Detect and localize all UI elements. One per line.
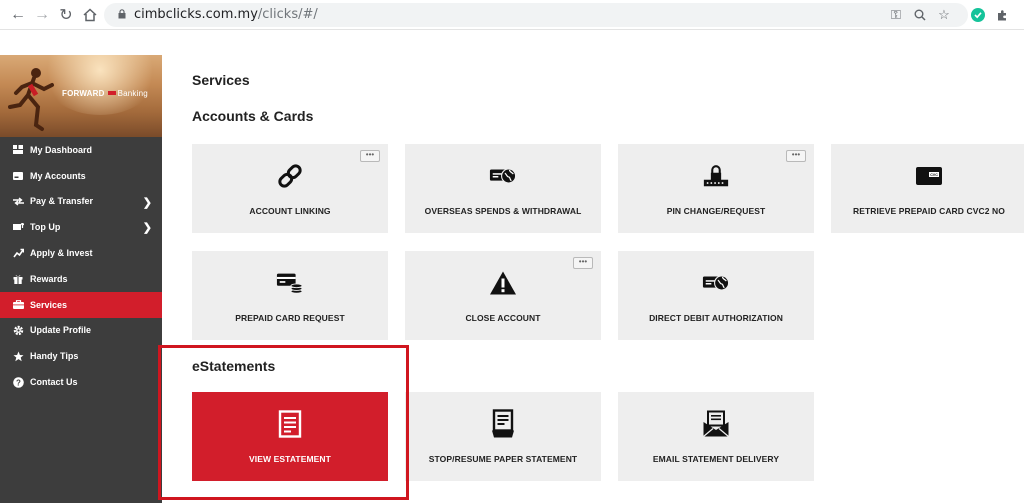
pin-lock-icon bbox=[702, 162, 730, 190]
more-options-button[interactable]: ••• bbox=[360, 150, 380, 162]
svg-text:CVC: CVC bbox=[930, 173, 938, 177]
grammarly-extension-icon[interactable] bbox=[970, 7, 986, 23]
section-title-accounts-cards: Accounts & Cards bbox=[192, 108, 314, 124]
service-card-close-account[interactable]: CLOSE ACCOUNT ••• bbox=[405, 251, 601, 340]
service-card-account-linking[interactable]: ACCOUNT LINKING ••• bbox=[192, 144, 388, 233]
service-card-label: DIRECT DEBIT AUTHORIZATION bbox=[649, 313, 783, 323]
bookmark-star-icon[interactable]: ☆ bbox=[936, 7, 952, 23]
sidebar-item-top-up[interactable]: Top Up ❯ bbox=[0, 214, 162, 240]
sidebar-item-services[interactable]: Services bbox=[0, 291, 162, 318]
sidebar-item-handy-tips[interactable]: Handy Tips bbox=[0, 343, 162, 369]
sidebar-item-label: My Dashboard bbox=[30, 144, 93, 155]
home-icon bbox=[83, 8, 97, 22]
more-options-button[interactable]: ••• bbox=[786, 150, 806, 162]
service-card-label: PREPAID CARD REQUEST bbox=[235, 313, 345, 323]
link-icon bbox=[276, 162, 304, 190]
card-globe-icon bbox=[489, 162, 517, 190]
service-card-direct-debit-authorization[interactable]: DIRECT DEBIT AUTHORIZATION bbox=[618, 251, 814, 340]
service-card-prepaid-card-request[interactable]: PREPAID CARD REQUEST bbox=[192, 251, 388, 340]
service-card-email-statement-delivery[interactable]: EMAIL STATEMENT DELIVERY bbox=[618, 392, 814, 481]
briefcase-icon bbox=[12, 299, 24, 311]
sidebar-item-label: Top Up bbox=[30, 222, 61, 233]
sidebar: FORWARD Banking My Dashboard My Accounts Pa… bbox=[0, 55, 162, 503]
back-button[interactable]: ← bbox=[8, 5, 28, 25]
highlight-annotation-box bbox=[158, 345, 409, 500]
sidebar-item-label: Contact Us bbox=[30, 377, 78, 388]
lock-icon bbox=[118, 9, 126, 19]
sidebar-item-apply-invest[interactable]: Apply & Invest bbox=[0, 240, 162, 266]
address-bar[interactable]: cimbclicks.com.my/clicks/#/ ⚿ ☆ bbox=[104, 3, 968, 27]
help-icon: ? bbox=[12, 376, 24, 388]
promo-banner[interactable]: FORWARD Banking bbox=[0, 55, 162, 137]
sidebar-item-rewards[interactable]: Rewards bbox=[0, 266, 162, 292]
svg-text:?: ? bbox=[16, 378, 21, 387]
service-card-overseas-spends-withdrawal[interactable]: OVERSEAS SPENDS & WITHDRAWAL bbox=[405, 144, 601, 233]
transfer-icon bbox=[12, 195, 24, 207]
sidebar-item-contact-us[interactable]: ? Contact Us bbox=[0, 369, 162, 395]
card-coins-icon bbox=[276, 269, 304, 297]
key-icon[interactable]: ⚿ bbox=[888, 7, 904, 23]
service-card-label: EMAIL STATEMENT DELIVERY bbox=[652, 454, 780, 464]
email-icon bbox=[702, 410, 730, 438]
sidebar-item-update-profile[interactable]: Update Profile bbox=[0, 318, 162, 344]
service-card-stop-resume-paper-statement[interactable]: STOP/RESUME PAPER STATEMENT bbox=[405, 392, 601, 481]
reload-button[interactable]: ↻ bbox=[56, 5, 76, 25]
gear-icon bbox=[12, 324, 24, 336]
service-card-retrieve-prepaid-card-cvc2-no[interactable]: CVC RETRIEVE PREPAID CARD CVC2 NO bbox=[831, 144, 1024, 233]
sidebar-item-label: Rewards bbox=[30, 273, 68, 284]
sidebar-item-label: Apply & Invest bbox=[30, 248, 93, 259]
home-button[interactable] bbox=[80, 5, 100, 25]
dashboard-icon bbox=[12, 144, 24, 156]
cvc-card-icon: CVC bbox=[915, 162, 943, 190]
service-card-label: RETRIEVE PREPAID CARD CVC2 NO bbox=[853, 206, 1005, 216]
zoom-icon[interactable] bbox=[912, 7, 928, 23]
paper-statement-icon bbox=[489, 409, 517, 438]
service-card-label: ACCOUNT LINKING bbox=[249, 206, 331, 216]
chevron-right-icon: ❯ bbox=[142, 196, 152, 209]
extensions-puzzle-icon[interactable] bbox=[994, 7, 1010, 23]
more-options-button[interactable]: ••• bbox=[573, 257, 593, 269]
service-card-label: PIN CHANGE/REQUEST bbox=[666, 206, 766, 216]
warning-icon bbox=[489, 269, 517, 297]
topup-icon bbox=[12, 221, 24, 233]
sidebar-item-label: My Accounts bbox=[30, 170, 86, 181]
sidebar-item-my-accounts[interactable]: My Accounts bbox=[0, 163, 162, 189]
sidebar-item-my-dashboard[interactable]: My Dashboard bbox=[0, 137, 162, 163]
star-icon bbox=[12, 350, 24, 362]
sidebar-item-label: Services bbox=[30, 299, 68, 310]
banner-tagline: FORWARD Banking bbox=[62, 89, 148, 98]
sidebar-item-label: Update Profile bbox=[30, 325, 92, 336]
service-card-pin-change-request[interactable]: PIN CHANGE/REQUEST ••• bbox=[618, 144, 814, 233]
url-text: cimbclicks.com.my/clicks/#/ bbox=[134, 7, 318, 22]
browser-toolbar: ← → ↻ cimbclicks.com.my/clicks/#/ ⚿ ☆ bbox=[0, 0, 1024, 30]
page-title: Services bbox=[192, 72, 250, 88]
chevron-right-icon: ❯ bbox=[142, 222, 152, 235]
forward-button[interactable]: → bbox=[32, 5, 52, 25]
sidebar-item-label: Handy Tips bbox=[30, 351, 79, 362]
service-card-label: OVERSEAS SPENDS & WITHDRAWAL bbox=[424, 206, 582, 216]
accounts-icon bbox=[12, 170, 24, 182]
sidebar-item-pay-transfer[interactable]: Pay & Transfer ❯ bbox=[0, 189, 162, 215]
service-card-label: CLOSE ACCOUNT bbox=[465, 313, 541, 323]
card-globe-icon bbox=[702, 269, 730, 297]
gift-icon bbox=[12, 273, 24, 285]
runner-image bbox=[8, 68, 54, 131]
service-card-label: STOP/RESUME PAPER STATEMENT bbox=[428, 454, 578, 464]
sidebar-item-label: Pay & Transfer bbox=[30, 196, 94, 207]
sidebar-menu: My Dashboard My Accounts Pay & Transfer ❯ To… bbox=[0, 137, 162, 395]
invest-icon bbox=[12, 247, 24, 259]
